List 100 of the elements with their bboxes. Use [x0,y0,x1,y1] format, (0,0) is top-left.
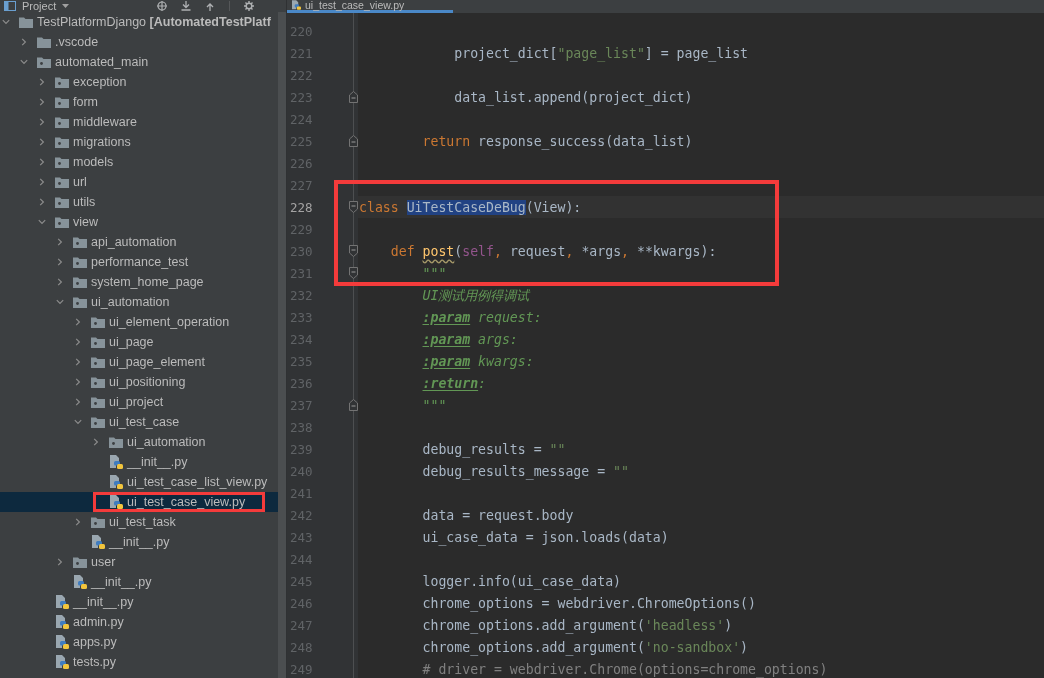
python-file-icon [110,475,123,489]
python-file-icon [56,655,69,669]
chevron-icon[interactable] [74,358,82,366]
tree-item[interactable]: ui_test_task [0,512,278,532]
tree-item[interactable]: ui_positioning [0,372,278,392]
tree-item[interactable]: ui_element_operation [0,312,278,332]
chevron-icon[interactable] [20,58,28,66]
chevron-icon[interactable] [38,178,46,186]
tree-item[interactable]: ui_test_case_list_view.py [0,472,278,492]
chevron-icon[interactable] [92,438,100,446]
chevron-icon[interactable] [56,258,64,266]
folder-icon [73,276,87,288]
scrollbar-thumb[interactable] [278,12,286,678]
python-file-icon [56,635,69,649]
tree-item[interactable]: ui_test_case_view.py [0,492,278,512]
chevron-icon[interactable] [38,158,46,166]
folder-icon [73,296,87,308]
chevron-icon[interactable] [74,338,82,346]
tree-item[interactable]: form [0,92,278,112]
tree-item[interactable]: ui_automation [0,292,278,312]
fold-icon[interactable] [349,267,358,279]
python-file-icon [292,0,301,10]
folder-icon [73,556,87,568]
folder-icon [55,76,69,88]
tree-item[interactable]: view [0,212,278,232]
chevron-icon[interactable] [38,138,46,146]
chevron-icon[interactable] [74,378,82,386]
chevron-icon[interactable] [20,38,28,46]
chevron-icon[interactable] [56,298,64,306]
tree-item[interactable]: url [0,172,278,192]
code-line: # driver = webdriver.Chrome(options=chrome_options) [422,660,828,678]
tree-item[interactable]: ui_page [0,332,278,352]
tree-item[interactable]: system_home_page [0,272,278,292]
folder-icon [55,116,69,128]
chevron-icon[interactable] [74,418,82,426]
code-line: :param request: [422,308,542,326]
code-line: data = request.body [422,506,574,524]
tree-item[interactable]: apps.py [0,632,278,652]
code-line: debug_results_message = "" [422,462,629,480]
tree-item[interactable]: api_automation [0,232,278,252]
chevron-icon[interactable] [74,398,82,406]
folder-icon [55,96,69,108]
folder-icon [91,336,105,348]
target-icon[interactable] [157,1,167,11]
tree-item[interactable]: .vscode [0,32,278,52]
fold-icon[interactable] [349,245,358,257]
tree-item[interactable]: ui_page_element [0,352,278,372]
chevron-icon[interactable] [38,98,46,106]
chevron-icon[interactable] [38,218,46,226]
chevron-icon[interactable] [38,78,46,86]
code-line: project_dict["page_list"] = page_list [454,44,749,62]
folder-icon [73,236,87,248]
tree-item[interactable]: user [0,552,278,572]
folder-icon [91,316,105,328]
tree-item[interactable]: migrations [0,132,278,152]
fold-icon[interactable] [349,135,358,147]
chevron-icon[interactable] [74,318,82,326]
tree-item[interactable]: admin.py [0,612,278,632]
tree-item[interactable]: middleware [0,112,278,132]
tree-item[interactable]: automated_main [0,52,278,72]
tree-item[interactable]: exception [0,72,278,92]
python-file-icon [110,495,123,509]
chevron-icon[interactable] [38,198,46,206]
fold-icon[interactable] [349,91,358,103]
tree-item[interactable]: tests.py [0,652,278,672]
tree-item[interactable]: __init__.py [0,572,278,592]
fold-icon[interactable] [349,399,358,411]
chevron-icon[interactable] [56,238,64,246]
chevron-icon[interactable] [2,18,10,26]
chevron-icon[interactable] [38,118,46,126]
folder-icon [55,136,69,148]
folder-icon [109,436,123,448]
code-line: chrome_options.add_argument('headless') [422,616,733,634]
arrow-up-icon[interactable] [205,1,215,11]
tree-item[interactable]: __init__.py [0,532,278,552]
python-file-icon [92,535,105,549]
folder-icon [91,516,105,528]
folder-icon [91,376,105,388]
chevron-icon[interactable] [56,278,64,286]
caret-icon[interactable] [62,4,70,8]
panel-title[interactable]: Project [22,0,57,12]
folder-icon [91,416,105,428]
fold-icon[interactable] [349,201,358,213]
arrow-down-icon[interactable] [181,1,191,11]
tree-item[interactable]: utils [0,192,278,212]
tree-item[interactable]: __init__.py [0,592,278,612]
tree-item[interactable]: __init__.py [0,452,278,472]
tree-item[interactable]: ui_project [0,392,278,412]
tree-item[interactable]: ui_test_case [0,412,278,432]
tree-item[interactable]: TestPlatformDjango [AutomatedTestPlatf [0,12,278,32]
tree-item[interactable]: models [0,152,278,172]
tree-item[interactable]: ui_automation [0,432,278,452]
folder-icon [73,256,87,268]
chevron-icon[interactable] [56,558,64,566]
settings-icon[interactable] [244,1,254,11]
chevron-icon[interactable] [74,518,82,526]
project-view-icon [4,1,16,11]
folder-icon [55,156,69,168]
tree-item[interactable]: performance_test [0,252,278,272]
folder-icon [91,396,105,408]
